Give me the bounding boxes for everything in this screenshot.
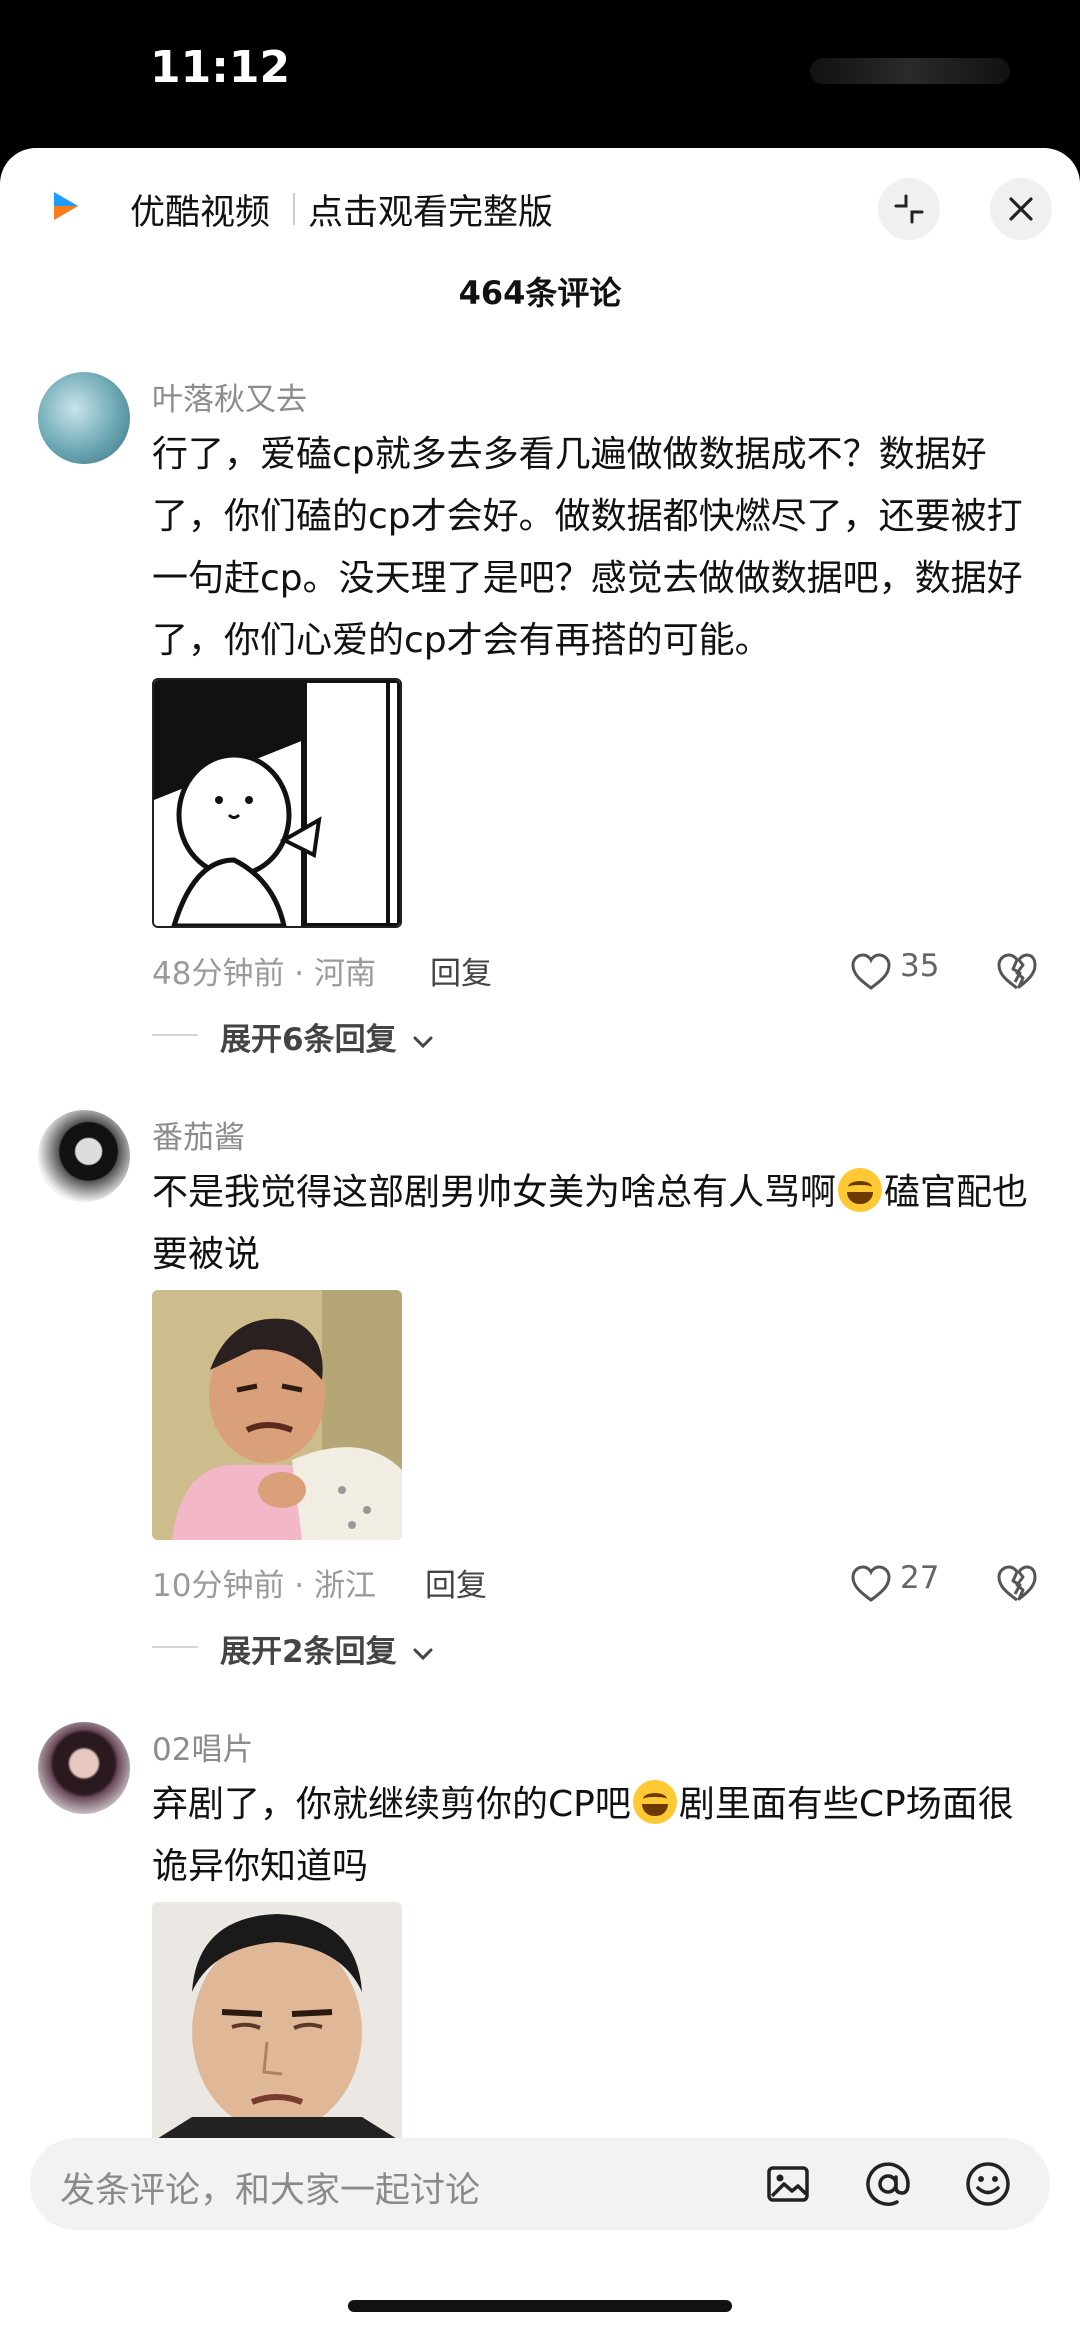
avatar[interactable] <box>38 1722 130 1814</box>
close-button[interactable] <box>990 178 1052 240</box>
at-mention-icon <box>866 2162 910 2206</box>
comment-sticker[interactable] <box>152 1290 402 1540</box>
reply-button[interactable]: 回复 <box>425 1560 487 1605</box>
chevron-down-icon <box>413 1648 433 1661</box>
comment-text: 行了，爱磕cp就多去多看几遍做做数据成不？数据好了，你们磕的cp才会好。做数据都… <box>152 434 1023 661</box>
image-icon <box>767 2166 809 2202</box>
expand-divider <box>152 1646 198 1648</box>
comment-username[interactable]: 叶落秋又去 <box>152 374 307 419</box>
like-heart-icon[interactable] <box>850 1564 892 1604</box>
smiley-icon <box>966 2162 1010 2206</box>
expand-divider <box>152 1034 198 1036</box>
comment-meta: 10分钟前 · 浙江 <box>152 1568 377 1604</box>
app-name[interactable]: 优酷视频 <box>130 184 270 235</box>
status-icons <box>810 58 1010 84</box>
mention-button[interactable] <box>858 2154 918 2214</box>
expand-replies-label: 展开2条回复 <box>220 1634 397 1670</box>
avatar[interactable] <box>38 372 130 464</box>
cat-door-sticker-image <box>154 680 400 926</box>
comment-text: 不是我觉得这部剧男帅女美为啥总有人骂啊 磕官配也要被说 <box>152 1162 1032 1286</box>
like-count: 35 <box>900 948 940 984</box>
comment-username[interactable]: 番茄酱 <box>152 1112 245 1157</box>
chevron-down-icon <box>413 1036 433 1049</box>
expand-replies-button[interactable]: 展开6条回复 <box>220 1014 435 1059</box>
broken-heart-icon[interactable] <box>996 1564 1038 1604</box>
broken-heart-icon[interactable] <box>996 952 1038 992</box>
status-time: 11:12 <box>150 42 291 93</box>
laugh-cry-emoji-icon <box>632 1780 677 1824</box>
man-grimace-sticker-image <box>152 1290 402 1540</box>
avatar[interactable] <box>38 1110 130 1202</box>
watch-full-link[interactable]: 点击观看完整版 <box>308 184 553 235</box>
reply-button[interactable]: 回复 <box>430 948 492 993</box>
comment-meta: 48分钟前 · 河南 <box>152 956 377 992</box>
comment-sticker[interactable] <box>152 1902 402 2142</box>
like-count: 27 <box>900 1560 940 1596</box>
expand-replies-button[interactable]: 展开2条回复 <box>220 1626 435 1671</box>
man-squint-sticker-image <box>152 1902 402 2142</box>
home-indicator[interactable] <box>348 2300 732 2312</box>
like-heart-icon[interactable] <box>850 952 892 992</box>
comment-count-title: 464条评论 <box>458 274 622 312</box>
grin-sweat-emoji-icon <box>838 1168 883 1212</box>
status-bar: 11:12 <box>0 0 1080 148</box>
youku-logo-icon <box>54 192 78 220</box>
comment-item: 番茄酱 不是我觉得这部剧男帅女美为啥总有人骂啊 磕官配也要被说 10分钟前 · 浙… <box>0 1110 1080 1730</box>
collapse-button[interactable] <box>878 178 940 240</box>
comment-username[interactable]: 02唱片 <box>152 1724 253 1769</box>
comment-item: 02唱片 弃剧了，你就继续剪你的CP吧 剧里面有些CP场面很诡异你知道吗 <box>0 1722 1080 2142</box>
comment-text-part: 弃剧了，你就继续剪你的CP吧 <box>152 1784 631 1825</box>
comment-text: 弃剧了，你就继续剪你的CP吧 剧里面有些CP场面很诡异你知道吗 <box>152 1774 1032 1898</box>
close-icon <box>1009 197 1033 221</box>
comment-input-placeholder: 发条评论，和大家一起讨论 <box>60 2171 481 2211</box>
comment-sheet: 优酷视频 点击观看完整版 464条评论 叶落秋又去 行了，爱磕cp就多去多看几遍… <box>0 148 1080 2340</box>
comment-text-part: 不是我觉得这部剧男帅女美为啥总有人骂啊 <box>152 1172 837 1213</box>
comment-item: 叶落秋又去 行了，爱磕cp就多去多看几遍做做数据成不？数据好了，你们磕的cp才会… <box>0 372 1080 1058</box>
comment-sticker[interactable] <box>152 678 402 928</box>
image-button[interactable] <box>758 2154 818 2214</box>
emoji-button[interactable] <box>958 2154 1018 2214</box>
expand-replies-label: 展开6条回复 <box>220 1022 397 1058</box>
header-divider <box>293 193 295 225</box>
collapse-icon <box>894 194 924 224</box>
